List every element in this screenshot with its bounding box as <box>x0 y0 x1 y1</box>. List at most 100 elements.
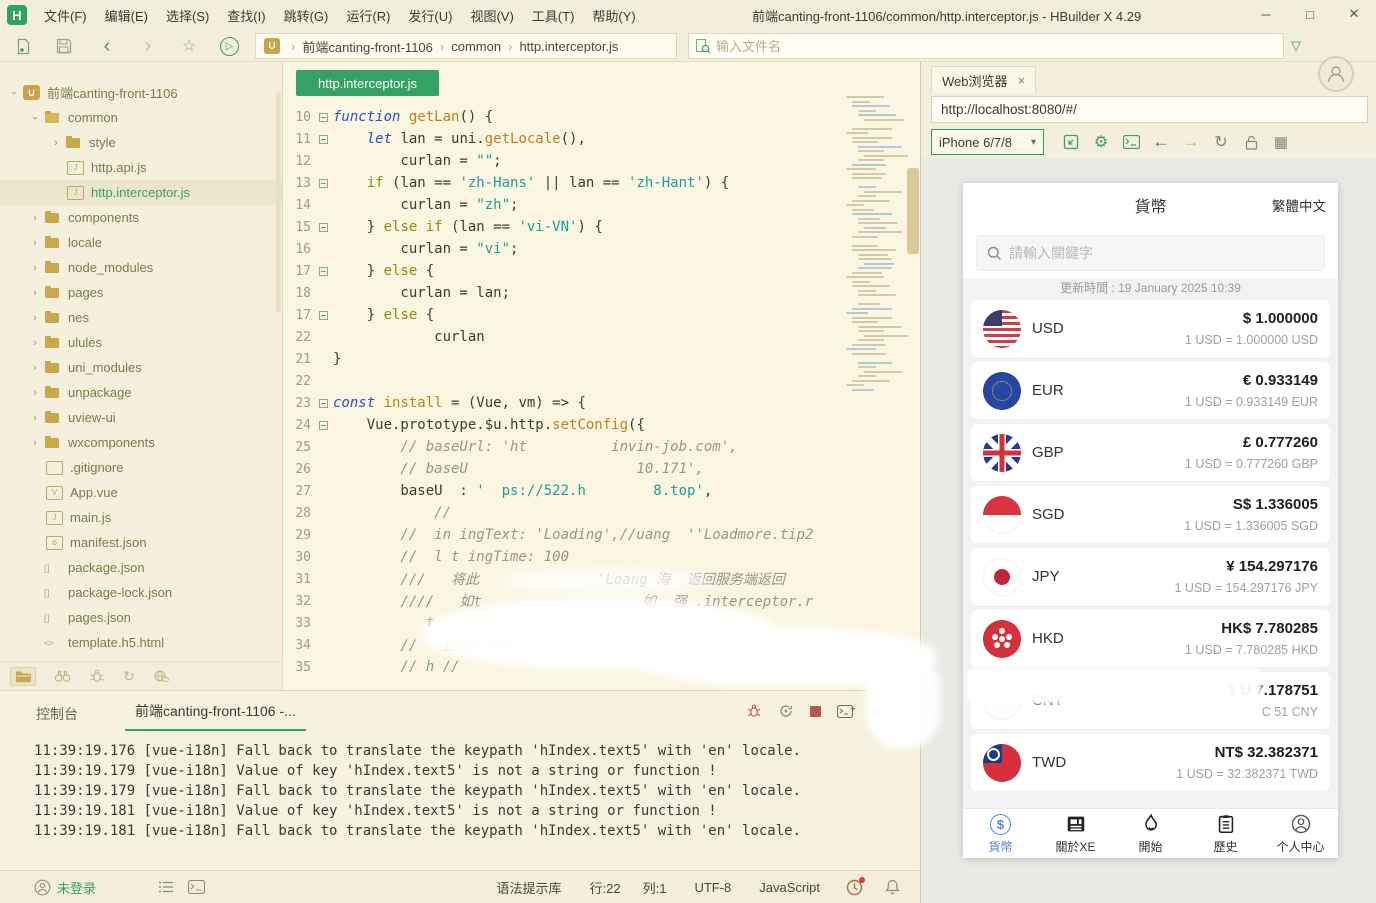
new-file-button[interactable] <box>14 37 32 55</box>
menu-item-4[interactable]: 跳转(G) <box>275 0 338 30</box>
app-tab-flame[interactable]: 開始 <box>1113 809 1188 858</box>
tree-item-package.json[interactable]: [ ]package.json <box>0 555 282 580</box>
tree-item-style[interactable]: ›style <box>0 130 282 155</box>
tree-item-components[interactable]: ›components <box>0 205 282 230</box>
bell-icon[interactable] <box>885 879 900 895</box>
tree-item-wxcomponents[interactable]: ›wxcomponents <box>0 430 282 455</box>
search-view-button[interactable] <box>54 669 71 683</box>
tree-item-pages[interactable]: ›pages <box>0 280 282 305</box>
chevron-right-icon[interactable]: › <box>29 287 41 299</box>
currency-row-JPY[interactable]: JPY¥ 154.2971761 USD = 154.297176 JPY <box>971 548 1330 605</box>
qr-code-button[interactable]: ▦ <box>1271 132 1291 152</box>
currency-row-HKD[interactable]: HKDHK$ 7.7802851 USD = 7.780285 HKD <box>971 610 1330 667</box>
code-editor[interactable]: http.interceptor.js 10function getLan() … <box>283 62 920 690</box>
fold-marker-icon[interactable] <box>319 223 333 232</box>
login-status[interactable]: 未登录 <box>57 878 96 897</box>
save-button[interactable] <box>55 37 73 55</box>
currency-row-USD[interactable]: USD$ 1.0000001 USD = 1.000000 USD <box>971 300 1330 357</box>
browser-refresh-button[interactable]: ↻ <box>1211 132 1231 152</box>
language-switch[interactable]: 繁體中文 <box>1272 183 1326 227</box>
app-tab-history[interactable]: 歷史 <box>1188 809 1263 858</box>
sync-view-button[interactable]: ↻ <box>123 668 135 685</box>
code-line[interactable]: 15 } else if (lan == 'vi-VN') { <box>283 216 903 238</box>
restart-icon[interactable] <box>778 703 794 719</box>
breadcrumb-item-folder[interactable]: common <box>451 39 501 54</box>
tree-item-uview-ui[interactable]: ›uview-ui <box>0 405 282 430</box>
navigate-back-button[interactable]: ‹ <box>98 37 116 55</box>
code-line[interactable]: 26 // baseU 10.171', <box>283 458 903 480</box>
currency-row-CNY[interactable]: CNY1 U 7.178751C 51 CNY <box>971 672 1330 729</box>
code-line[interactable]: 28 // <box>283 502 903 524</box>
cursor-line[interactable]: 行:22 <box>590 878 621 897</box>
browser-settings-button[interactable]: ⚙ <box>1091 132 1111 152</box>
code-line[interactable]: 22 curlan <box>283 326 903 348</box>
menu-item-8[interactable]: 工具(T) <box>523 0 584 30</box>
code-line[interactable]: 16 curlan = "vi"; <box>283 238 903 260</box>
tree-item-node_modules[interactable]: ›node_modules <box>0 255 282 280</box>
fold-marker-icon[interactable] <box>319 113 333 122</box>
navigate-forward-button[interactable]: › <box>139 37 157 55</box>
chevron-right-icon[interactable]: › <box>29 337 41 349</box>
code-line[interactable]: 14 curlan = "zh"; <box>283 194 903 216</box>
code-line[interactable]: 24 Vue.prototype.$u.http.setConfig({ <box>283 414 903 436</box>
close-button[interactable]: ✕ <box>1332 0 1376 28</box>
code-line[interactable]: 30 // l t ingTime: 100 <box>283 546 903 568</box>
tree-item-App.vue[interactable]: VApp.vue <box>0 480 282 505</box>
breadcrumb-item-project[interactable]: 前端canting-front-1106 <box>302 37 433 56</box>
chevron-right-icon[interactable]: › <box>29 237 41 249</box>
editor-minimap[interactable] <box>846 96 904 393</box>
tab-close-icon[interactable]: × <box>1018 73 1026 88</box>
fold-marker-icon[interactable] <box>319 135 333 144</box>
code-area[interactable]: 10function getLan() {11 let lan = uni.ge… <box>283 106 903 678</box>
code-line[interactable]: 17 } else { <box>283 304 903 326</box>
file-search-box[interactable] <box>688 33 1284 59</box>
chevron-right-icon[interactable]: › <box>29 212 41 224</box>
fold-marker-icon[interactable] <box>319 179 333 188</box>
menu-item-1[interactable]: 编辑(E) <box>96 0 157 30</box>
code-line[interactable]: 35 // h // <box>283 656 903 678</box>
app-tab-currency[interactable]: $貨幣 <box>963 809 1038 858</box>
code-line[interactable]: 25 // baseUrl: 'ht invin-job.com', <box>283 436 903 458</box>
cursor-column[interactable]: 列:1 <box>643 878 667 897</box>
chevron-right-icon[interactable]: › <box>29 362 41 374</box>
chevron-down-icon[interactable]: › <box>29 112 41 124</box>
terminal-icon[interactable] <box>188 880 205 894</box>
tree-item-manifest.json[interactable]: ⚙manifest.json <box>0 530 282 555</box>
tree-item-uni_modules[interactable]: ›uni_modules <box>0 355 282 380</box>
tree-item-template.h5.html[interactable]: <>template.h5.html <box>0 630 282 655</box>
currency-row-GBP[interactable]: GBP£ 0.7772601 USD = 0.777260 GBP <box>971 424 1330 481</box>
console-tab[interactable]: 前端canting-front-1106 -... <box>125 701 306 731</box>
tree-item-pages.json[interactable]: [ ]pages.json <box>0 605 282 630</box>
tree-item-http.interceptor.js[interactable]: Jhttp.interceptor.js <box>0 180 282 205</box>
menu-item-6[interactable]: 发行(U) <box>399 0 461 30</box>
code-line[interactable]: 32 //// 如t .如 强 .interceptor.r <box>283 590 903 612</box>
explorer-view-button[interactable] <box>10 667 36 686</box>
menu-item-5[interactable]: 运行(R) <box>337 0 399 30</box>
fold-marker-icon[interactable] <box>319 311 333 320</box>
code-line[interactable]: 18 curlan = lan; <box>283 282 903 304</box>
browser-forward-button[interactable]: → <box>1181 132 1201 152</box>
user-avatar[interactable] <box>1318 56 1354 92</box>
tree-item-nes[interactable]: ›nes <box>0 305 282 330</box>
browser-tab[interactable]: Web浏览器 × <box>931 66 1036 93</box>
currency-row-EUR[interactable]: EUR€ 0.9331491 USD = 0.933149 EUR <box>971 362 1330 419</box>
chevron-right-icon[interactable]: › <box>50 137 62 149</box>
menu-item-0[interactable]: 文件(F) <box>35 0 96 30</box>
tree-item--canting-front-1106[interactable]: ›U前端canting-front-1106 <box>0 80 282 105</box>
ssl-lock-button[interactable] <box>1241 132 1261 152</box>
menu-item-7[interactable]: 视图(V) <box>461 0 522 30</box>
fold-marker-icon[interactable] <box>319 421 333 430</box>
minimize-button[interactable]: ─ <box>1244 0 1288 28</box>
tree-item-.gitignore[interactable]: .gitignore <box>0 455 282 480</box>
favorites-button[interactable]: ☆ <box>180 37 198 55</box>
file-search-input[interactable] <box>716 39 1236 54</box>
web-view-button[interactable] <box>153 669 169 683</box>
keyword-search-box[interactable]: 請輸入關鍵字 <box>976 235 1325 271</box>
tree-item-locale[interactable]: ›locale <box>0 230 282 255</box>
maximize-button[interactable]: □ <box>1288 0 1332 28</box>
debug-view-button[interactable] <box>89 669 105 683</box>
browser-back-button[interactable]: ← <box>1151 132 1171 152</box>
syntax-hint-lib[interactable]: 语法提示库 <box>497 878 562 897</box>
code-line[interactable]: 11 let lan = uni.getLocale(), <box>283 128 903 150</box>
breadcrumb-item-file[interactable]: http.interceptor.js <box>519 39 618 54</box>
